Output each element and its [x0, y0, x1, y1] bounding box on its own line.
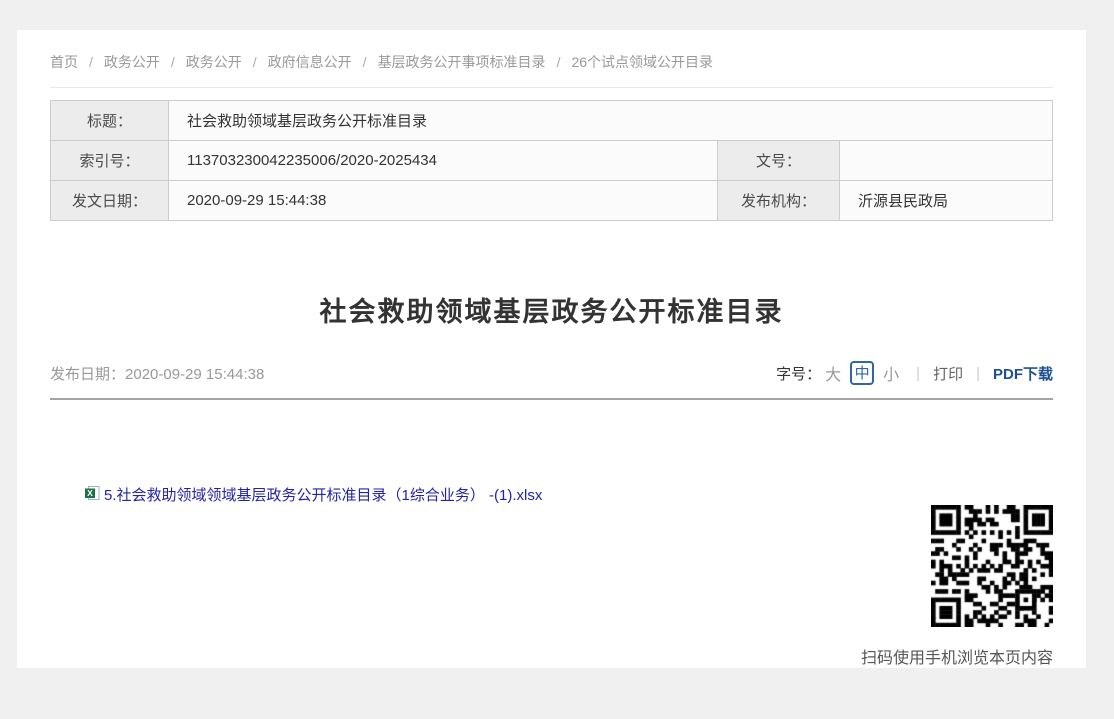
breadcrumb-item[interactable]: 首页 — [50, 54, 78, 70]
article-toolbar: 字号： 大 中 小 | 打印 | PDF下载 — [776, 361, 1053, 385]
publish-date-label: 发布日期： — [50, 366, 125, 383]
breadcrumb-item[interactable]: 政务公开 — [104, 54, 160, 70]
excel-file-icon: X — [84, 485, 100, 505]
document-meta-table: 标题： 社会救助领域基层政务公开标准目录 索引号： 11370323004223… — [50, 100, 1053, 221]
font-size-medium-button[interactable]: 中 — [850, 361, 874, 385]
article-info-bar: 发布日期：2020-09-29 15:44:38 字号： 大 中 小 | 打印 … — [50, 360, 1053, 386]
breadcrumb-separator: / — [363, 54, 367, 70]
publish-date-value: 2020-09-29 15:44:38 — [125, 366, 264, 383]
toolbar-separator: | — [976, 365, 980, 382]
qr-caption: 扫码使用手机浏览本页内容 — [861, 644, 1053, 668]
toolbar-separator: | — [916, 365, 920, 382]
meta-row-title: 标题： 社会救助领域基层政务公开标准目录 — [51, 101, 1053, 141]
print-button[interactable]: 打印 — [933, 363, 963, 384]
meta-value-doc-number — [839, 141, 1052, 181]
meta-row-index: 索引号： 113703230042235006/2020-2025434 文号： — [51, 141, 1053, 181]
breadcrumb-item: 26个试点领域公开目录 — [571, 54, 713, 70]
meta-row-date: 发文日期： 2020-09-29 15:44:38 发布机构： 沂源县民政局 — [51, 181, 1053, 221]
meta-label-issuing-org: 发布机构： — [717, 181, 839, 221]
breadcrumb-item[interactable]: 基层政务公开事项标准目录 — [378, 54, 546, 70]
attachment-row: X 5.社会救助领域领域基层政务公开标准目录（1综合业务） -(1).xlsx — [84, 484, 542, 505]
breadcrumb-separator: / — [171, 54, 175, 70]
breadcrumb-separator: / — [253, 54, 257, 70]
publish-date: 发布日期：2020-09-29 15:44:38 — [50, 363, 264, 384]
font-size-label: 字号： — [776, 363, 821, 384]
article-body: X 5.社会救助领域领域基层政务公开标准目录（1综合业务） -(1).xlsx … — [50, 400, 1053, 664]
page-title: 社会救助领域基层政务公开标准目录 — [50, 290, 1053, 329]
meta-value-issuing-org: 沂源县民政局 — [839, 181, 1052, 221]
breadcrumb-separator: / — [557, 54, 561, 70]
svg-text:X: X — [87, 488, 93, 498]
font-size-small-button[interactable]: 小 — [883, 361, 899, 385]
meta-label-doc-number: 文号： — [717, 141, 839, 181]
qr-block: 扫码使用手机浏览本页内容 — [861, 505, 1053, 668]
attachment-link[interactable]: 5.社会救助领域领域基层政务公开标准目录（1综合业务） -(1).xlsx — [104, 484, 542, 505]
meta-value-index-number: 113703230042235006/2020-2025434 — [169, 141, 718, 181]
breadcrumb: 首页 / 政务公开 / 政务公开 / 政府信息公开 / 基层政务公开事项标准目录 / 26个试点领域… — [50, 30, 1053, 88]
breadcrumb-item[interactable]: 政府信息公开 — [268, 54, 352, 70]
content-card: 首页 / 政务公开 / 政务公开 / 政府信息公开 / 基层政务公开事项标准目录 / 26个试点领域… — [17, 30, 1086, 668]
meta-label-title: 标题： — [51, 101, 169, 141]
meta-label-issue-date: 发文日期： — [51, 181, 169, 221]
font-size-large-button[interactable]: 大 — [825, 361, 841, 385]
meta-value-issue-date: 2020-09-29 15:44:38 — [169, 181, 718, 221]
qr-code — [931, 505, 1053, 627]
pdf-download-button[interactable]: PDF下载 — [993, 363, 1053, 384]
breadcrumb-separator: / — [89, 54, 93, 70]
breadcrumb-item[interactable]: 政务公开 — [186, 54, 242, 70]
meta-label-index-number: 索引号： — [51, 141, 169, 181]
meta-value-title: 社会救助领域基层政务公开标准目录 — [169, 101, 1053, 141]
